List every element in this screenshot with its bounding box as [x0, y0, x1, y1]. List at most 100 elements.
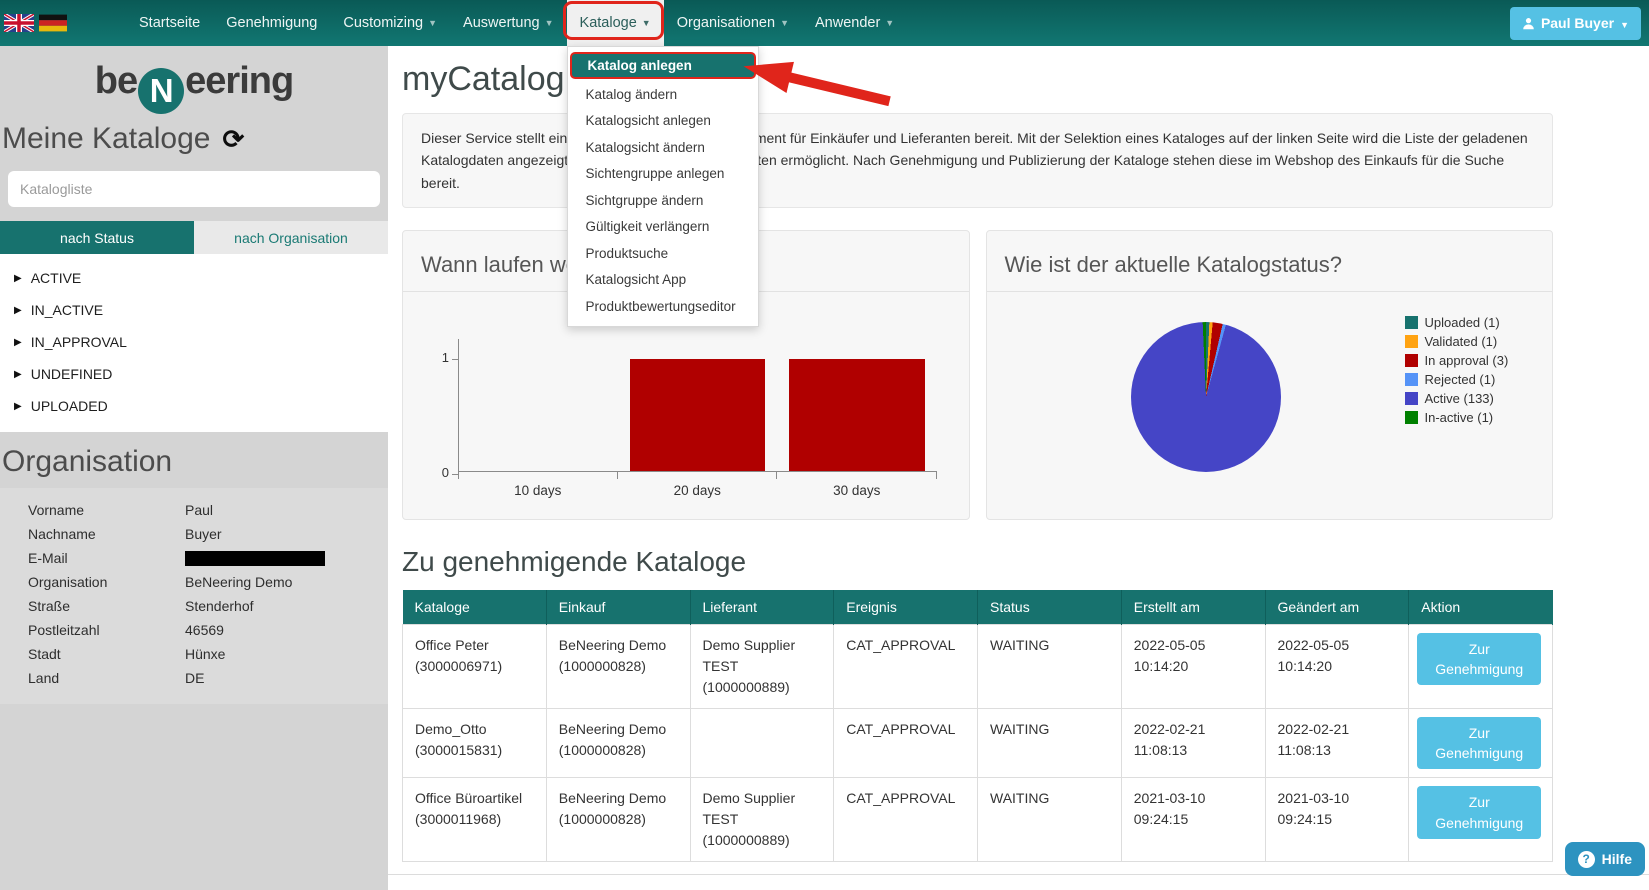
- org-field-label: Vorname: [0, 501, 185, 520]
- menu-item-sichtgruppe-ndern[interactable]: Sichtgruppe ändern: [568, 188, 758, 215]
- org-field-value: DE: [185, 669, 388, 688]
- zur-genehmigung-button[interactable]: Zur Genehmigung: [1417, 633, 1541, 686]
- org-field-value: BeNeering Demo: [185, 573, 388, 592]
- tab-nach-status[interactable]: nach Status: [0, 221, 194, 254]
- legend-label: In approval (3): [1425, 353, 1509, 368]
- chevron-down-icon: [1620, 15, 1629, 31]
- x-axis-labels: 10 days 20 days 30 days: [458, 483, 937, 498]
- menu-item-katalogsicht-app[interactable]: Katalogsicht App: [568, 267, 758, 294]
- cell-einkauf: BeNeering Demo(1000000828): [546, 624, 690, 708]
- user-menu-button[interactable]: Paul Buyer: [1510, 7, 1641, 40]
- menu-item-katalogsicht-ndern[interactable]: Katalogsicht ändern: [568, 135, 758, 162]
- menu-item-katalog-ndern[interactable]: Katalog ändern: [568, 82, 758, 109]
- nav-item-anwender[interactable]: Anwender: [802, 0, 907, 46]
- org-field-label: Nachname: [0, 525, 185, 544]
- pie-chart-title: Wie ist der aktuelle Katalogstatus?: [987, 231, 1553, 291]
- menu-item-produktbewertungseditor[interactable]: Produktbewertungseditor: [568, 294, 758, 321]
- nav-item-startseite[interactable]: Startseite: [126, 0, 213, 46]
- status-list: ACTIVEIN_ACTIVEIN_APPROVALUNDEFINEDUPLOA…: [0, 254, 388, 432]
- zur-genehmigung-button[interactable]: Zur Genehmigung: [1417, 786, 1541, 839]
- chevron-down-icon: [642, 18, 651, 28]
- nav-item-genehmigung[interactable]: Genehmigung: [213, 0, 330, 46]
- organisation-heading: Organisation: [0, 432, 388, 488]
- legend-label: Active (133): [1425, 391, 1494, 406]
- approvals-section-title: Zu genehmigende Kataloge: [402, 546, 1553, 578]
- legend-item-active-133: Active (133): [1405, 389, 1509, 408]
- menu-item-g-ltigkeit-verl-ngern[interactable]: Gültigkeit verlängern: [568, 214, 758, 241]
- org-field-stra-e: StraßeStenderhof: [0, 594, 388, 618]
- help-button[interactable]: ? Hilfe: [1565, 842, 1645, 876]
- legend-color-swatch: [1405, 316, 1418, 329]
- cell-kataloge: Demo_Otto(3000015831): [403, 708, 547, 778]
- status-item-in-active[interactable]: IN_ACTIVE: [0, 294, 388, 326]
- cell-status: WAITING: [978, 624, 1122, 708]
- legend-item-uploaded-1: Uploaded (1): [1405, 313, 1509, 332]
- status-item-uploaded[interactable]: UPLOADED: [0, 390, 388, 422]
- cell-geaendert: 2022-02-21 11:08:13: [1265, 708, 1409, 778]
- status-item-undefined[interactable]: UNDEFINED: [0, 358, 388, 390]
- org-field-stadt: StadtHünxe: [0, 642, 388, 666]
- main-menu: Startseite Genehmigung Customizing Auswe…: [126, 0, 907, 46]
- org-field-value: Hünxe: [185, 645, 388, 664]
- col-geaendert-am: Geändert am: [1265, 590, 1409, 624]
- zur-genehmigung-button[interactable]: Zur Genehmigung: [1417, 717, 1541, 770]
- nav-item-kataloge[interactable]: Kataloge: [567, 0, 664, 46]
- uk-flag-icon[interactable]: [4, 14, 34, 32]
- menu-item-katalogsicht-anlegen[interactable]: Katalogsicht anlegen: [568, 108, 758, 135]
- organisation-details: VornamePaulNachnameBuyerE-MailOrganisati…: [0, 488, 388, 704]
- chevron-down-icon: [885, 18, 894, 28]
- status-item-in-approval[interactable]: IN_APPROVAL: [0, 326, 388, 358]
- cell-erstellt: 2022-05-05 10:14:20: [1121, 624, 1265, 708]
- question-icon: ?: [1578, 851, 1595, 868]
- bar-chart-plot: [458, 359, 937, 472]
- bar-20-days: [630, 359, 765, 471]
- chevron-down-icon: [545, 18, 554, 28]
- org-field-label: Land: [0, 669, 185, 688]
- cell-einkauf: BeNeering Demo(1000000828): [546, 778, 690, 862]
- cell-kataloge: Office Büroartikel(3000011968): [403, 778, 547, 862]
- y-axis-tick-label: 1: [429, 350, 449, 365]
- legend-item-in-approval-3: In approval (3): [1405, 351, 1509, 370]
- org-field-value: Stenderhof: [185, 597, 388, 616]
- cell-geaendert: 2022-05-05 10:14:20: [1265, 624, 1409, 708]
- catalog-search-input[interactable]: [8, 171, 380, 207]
- sidebar: beNeering Meine Kataloge nach Status nac…: [0, 46, 388, 890]
- cell-status: WAITING: [978, 778, 1122, 862]
- divider: [987, 291, 1553, 292]
- org-field-label: E-Mail: [0, 549, 185, 568]
- cell-ereignis: CAT_APPROVAL: [834, 778, 978, 862]
- sidebar-title: Meine Kataloge: [0, 114, 388, 156]
- org-field-land: LandDE: [0, 666, 388, 690]
- cell-status: WAITING: [978, 708, 1122, 778]
- table-row: Demo_Otto(3000015831)BeNeering Demo(1000…: [403, 708, 1553, 778]
- org-field-nachname: NachnameBuyer: [0, 522, 388, 546]
- nav-item-auswertung[interactable]: Auswertung: [450, 0, 567, 46]
- nav-item-organisationen[interactable]: Organisationen: [664, 0, 802, 46]
- org-field-value: 46569: [185, 621, 388, 640]
- refresh-icon[interactable]: [222, 126, 244, 152]
- nav-item-customizing[interactable]: Customizing: [330, 0, 450, 46]
- y-axis-tick-label: 0: [429, 465, 449, 480]
- bar-30-days: [789, 359, 924, 471]
- legend-color-swatch: [1405, 373, 1418, 386]
- legend-color-swatch: [1405, 411, 1418, 424]
- menu-item-produktsuche[interactable]: Produktsuche: [568, 241, 758, 268]
- german-flag-icon[interactable]: [39, 14, 67, 32]
- table-row: Office Peter(3000006971)BeNeering Demo(1…: [403, 624, 1553, 708]
- bar-slot-30-days: [777, 359, 936, 471]
- menu-item-sichtengruppe-anlegen[interactable]: Sichtengruppe anlegen: [568, 161, 758, 188]
- beneering-logo: beNeering: [0, 46, 388, 114]
- col-status: Status: [978, 590, 1122, 624]
- legend-label: In-active (1): [1425, 410, 1494, 425]
- legend-color-swatch: [1405, 392, 1418, 405]
- legend-color-swatch: [1405, 335, 1418, 348]
- status-item-active[interactable]: ACTIVE: [0, 262, 388, 294]
- org-field-e-mail: E-Mail: [0, 546, 388, 570]
- tab-nach-organisation[interactable]: nach Organisation: [194, 221, 388, 254]
- menu-item-katalog-anlegen[interactable]: Katalog anlegen: [570, 52, 756, 79]
- org-field-value: Paul: [185, 501, 388, 520]
- redacted-email-value: [185, 551, 325, 566]
- legend-color-swatch: [1405, 354, 1418, 367]
- status-chart-panel: Wie ist der aktuelle Katalogstatus? Uplo…: [986, 230, 1554, 520]
- org-field-vorname: VornamePaul: [0, 498, 388, 522]
